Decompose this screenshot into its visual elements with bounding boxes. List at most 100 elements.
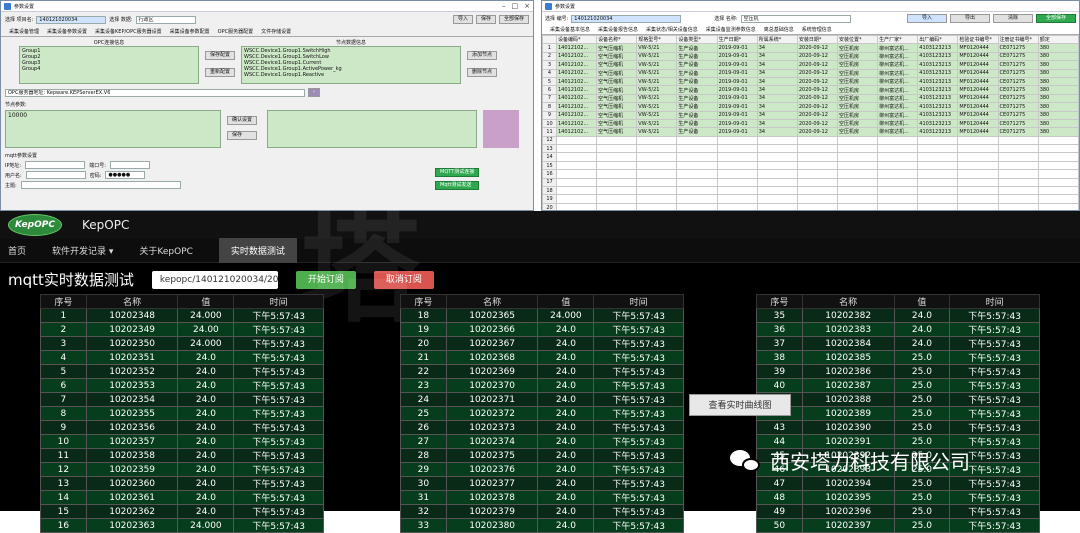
- table-cell[interactable]: [716, 135, 758, 146]
- row-header[interactable]: 15: [542, 160, 557, 171]
- list-item[interactable]: WSCC.Device1.Group1.Reactive: [244, 72, 458, 78]
- mqtt-topic-input[interactable]: [20, 181, 181, 189]
- table-cell[interactable]: [716, 160, 758, 171]
- table-cell[interactable]: 生产设备: [676, 60, 718, 70]
- table-cell[interactable]: [636, 186, 678, 196]
- table-cell[interactable]: 柳州富达机...: [877, 76, 919, 87]
- table-cell[interactable]: [836, 177, 879, 188]
- table-cell[interactable]: CE071275: [997, 43, 1039, 53]
- table-cell[interactable]: [1037, 135, 1079, 146]
- table-cell[interactable]: [756, 194, 798, 204]
- data-select[interactable]: 行政区: [135, 15, 196, 24]
- table-cell[interactable]: CE071275: [997, 85, 1039, 95]
- table-cell[interactable]: VW-5/21: [636, 118, 678, 129]
- table-cell[interactable]: [596, 194, 638, 204]
- table-cell[interactable]: [676, 152, 718, 162]
- row-header[interactable]: 12: [542, 135, 557, 146]
- table-cell[interactable]: 生产设备: [676, 51, 718, 62]
- table-cell[interactable]: [756, 160, 798, 171]
- table-cell[interactable]: 2020-09-12: [796, 93, 838, 104]
- mqtt-test-connect-button[interactable]: MQTT测试连接: [435, 168, 480, 177]
- apply-button[interactable]: ›: [308, 88, 320, 97]
- column-header[interactable]: 出厂编码*: [917, 34, 959, 45]
- table-cell[interactable]: 4103123213: [917, 76, 959, 87]
- table-cell[interactable]: [555, 135, 598, 146]
- table-cell[interactable]: 34: [756, 76, 798, 87]
- table-cell[interactable]: [555, 169, 598, 179]
- table-cell[interactable]: 4103123213: [917, 102, 959, 112]
- table-cell[interactable]: 14012102...: [555, 118, 598, 129]
- table-cell[interactable]: 2020-09-12: [796, 51, 838, 62]
- table-cell[interactable]: 2020-09-12: [796, 127, 838, 137]
- column-header[interactable]: 规格型号*: [636, 34, 678, 45]
- table-cell[interactable]: [636, 169, 678, 179]
- table-cell[interactable]: [957, 194, 999, 204]
- nav-realtime-test[interactable]: 实时数据测试: [218, 238, 297, 263]
- table-cell[interactable]: 2020-09-12: [796, 68, 838, 78]
- table-cell[interactable]: 34: [756, 43, 798, 53]
- table-cell[interactable]: 14012102...: [555, 85, 598, 95]
- table-cell[interactable]: CE071275: [997, 76, 1039, 87]
- table-cell[interactable]: 空气压缩机: [596, 68, 638, 78]
- row-header[interactable]: 6: [542, 85, 557, 95]
- kep-server-field[interactable]: OPC服务器地址: Kepware.KEPServerEX.V6: [5, 88, 305, 97]
- table-cell[interactable]: VW-5/21: [636, 93, 678, 104]
- row-header[interactable]: 19: [542, 194, 557, 204]
- table-cell[interactable]: [877, 186, 919, 196]
- close-icon[interactable]: ×: [524, 2, 530, 10]
- table-cell[interactable]: 14012102...: [555, 93, 598, 104]
- table-cell[interactable]: [796, 186, 838, 196]
- table-cell[interactable]: [836, 160, 879, 171]
- table-cell[interactable]: [917, 144, 959, 154]
- column-header[interactable]: 所属系统*: [756, 34, 798, 45]
- mqtt-port-input[interactable]: [109, 161, 150, 169]
- table-cell[interactable]: [997, 169, 1039, 179]
- table-cell[interactable]: VW-5/21: [636, 51, 678, 62]
- table-cell[interactable]: [917, 194, 959, 204]
- table-cell[interactable]: [997, 135, 1039, 146]
- table-cell[interactable]: [917, 169, 959, 179]
- table-cell[interactable]: [917, 135, 959, 146]
- table-row[interactable]: 19: [542, 194, 1079, 204]
- table-cell[interactable]: 2020-09-12: [796, 85, 838, 95]
- table-cell[interactable]: 14012102...: [555, 51, 598, 62]
- table-cell[interactable]: 4103123213: [917, 85, 959, 95]
- table-cell[interactable]: 380: [1037, 93, 1079, 104]
- column-header[interactable]: 安装位置*: [836, 34, 879, 45]
- table-cell[interactable]: [596, 135, 638, 146]
- table-cell[interactable]: 4103123213: [917, 60, 959, 70]
- table-cell[interactable]: [716, 152, 758, 162]
- column-header[interactable]: 设备名称*: [596, 34, 638, 45]
- table-cell[interactable]: CE071275: [997, 68, 1039, 78]
- table-cell[interactable]: [596, 160, 638, 171]
- table-cell[interactable]: CE071275: [997, 110, 1039, 120]
- tab-status-info[interactable]: 采集状态/相关设备信息: [642, 25, 702, 34]
- table-cell[interactable]: 4103123213: [917, 93, 959, 104]
- row-header[interactable]: 2: [542, 51, 557, 62]
- table-cell[interactable]: [796, 202, 838, 210]
- row-header[interactable]: 17: [542, 177, 557, 188]
- table-cell[interactable]: [877, 202, 919, 210]
- tab-param-config[interactable]: 采集设备参数配置: [166, 27, 214, 36]
- table-cell[interactable]: [836, 202, 879, 210]
- table-cell[interactable]: 生产设备: [676, 110, 718, 120]
- table-cell[interactable]: 4103123213: [917, 118, 959, 129]
- nav-about[interactable]: 关于KepOPC: [139, 244, 193, 257]
- table-cell[interactable]: [1037, 202, 1079, 210]
- table-cell[interactable]: 2019-09-01: [716, 118, 758, 129]
- node-list[interactable]: WSCC.Device1.Group1.SwitchHigh WSCC.Devi…: [241, 46, 462, 84]
- table-cell[interactable]: 34: [756, 127, 798, 137]
- table-cell[interactable]: 空压机房: [836, 51, 879, 62]
- table-cell[interactable]: 空气压缩机: [596, 118, 638, 129]
- table-cell[interactable]: MF0120444: [957, 118, 999, 129]
- table-cell[interactable]: [877, 135, 919, 146]
- row-header[interactable]: 11: [542, 127, 557, 137]
- table-cell[interactable]: 2020-09-12: [796, 60, 838, 70]
- table-cell[interactable]: [877, 160, 919, 171]
- row-header[interactable]: 10: [542, 118, 557, 129]
- row-header[interactable]: 20: [542, 202, 557, 210]
- table-cell[interactable]: 14012102...: [555, 60, 598, 70]
- table-cell[interactable]: 14012102...: [555, 68, 598, 78]
- column-header[interactable]: 安装日期*: [796, 34, 838, 45]
- table-cell[interactable]: VW-5/21: [636, 43, 678, 53]
